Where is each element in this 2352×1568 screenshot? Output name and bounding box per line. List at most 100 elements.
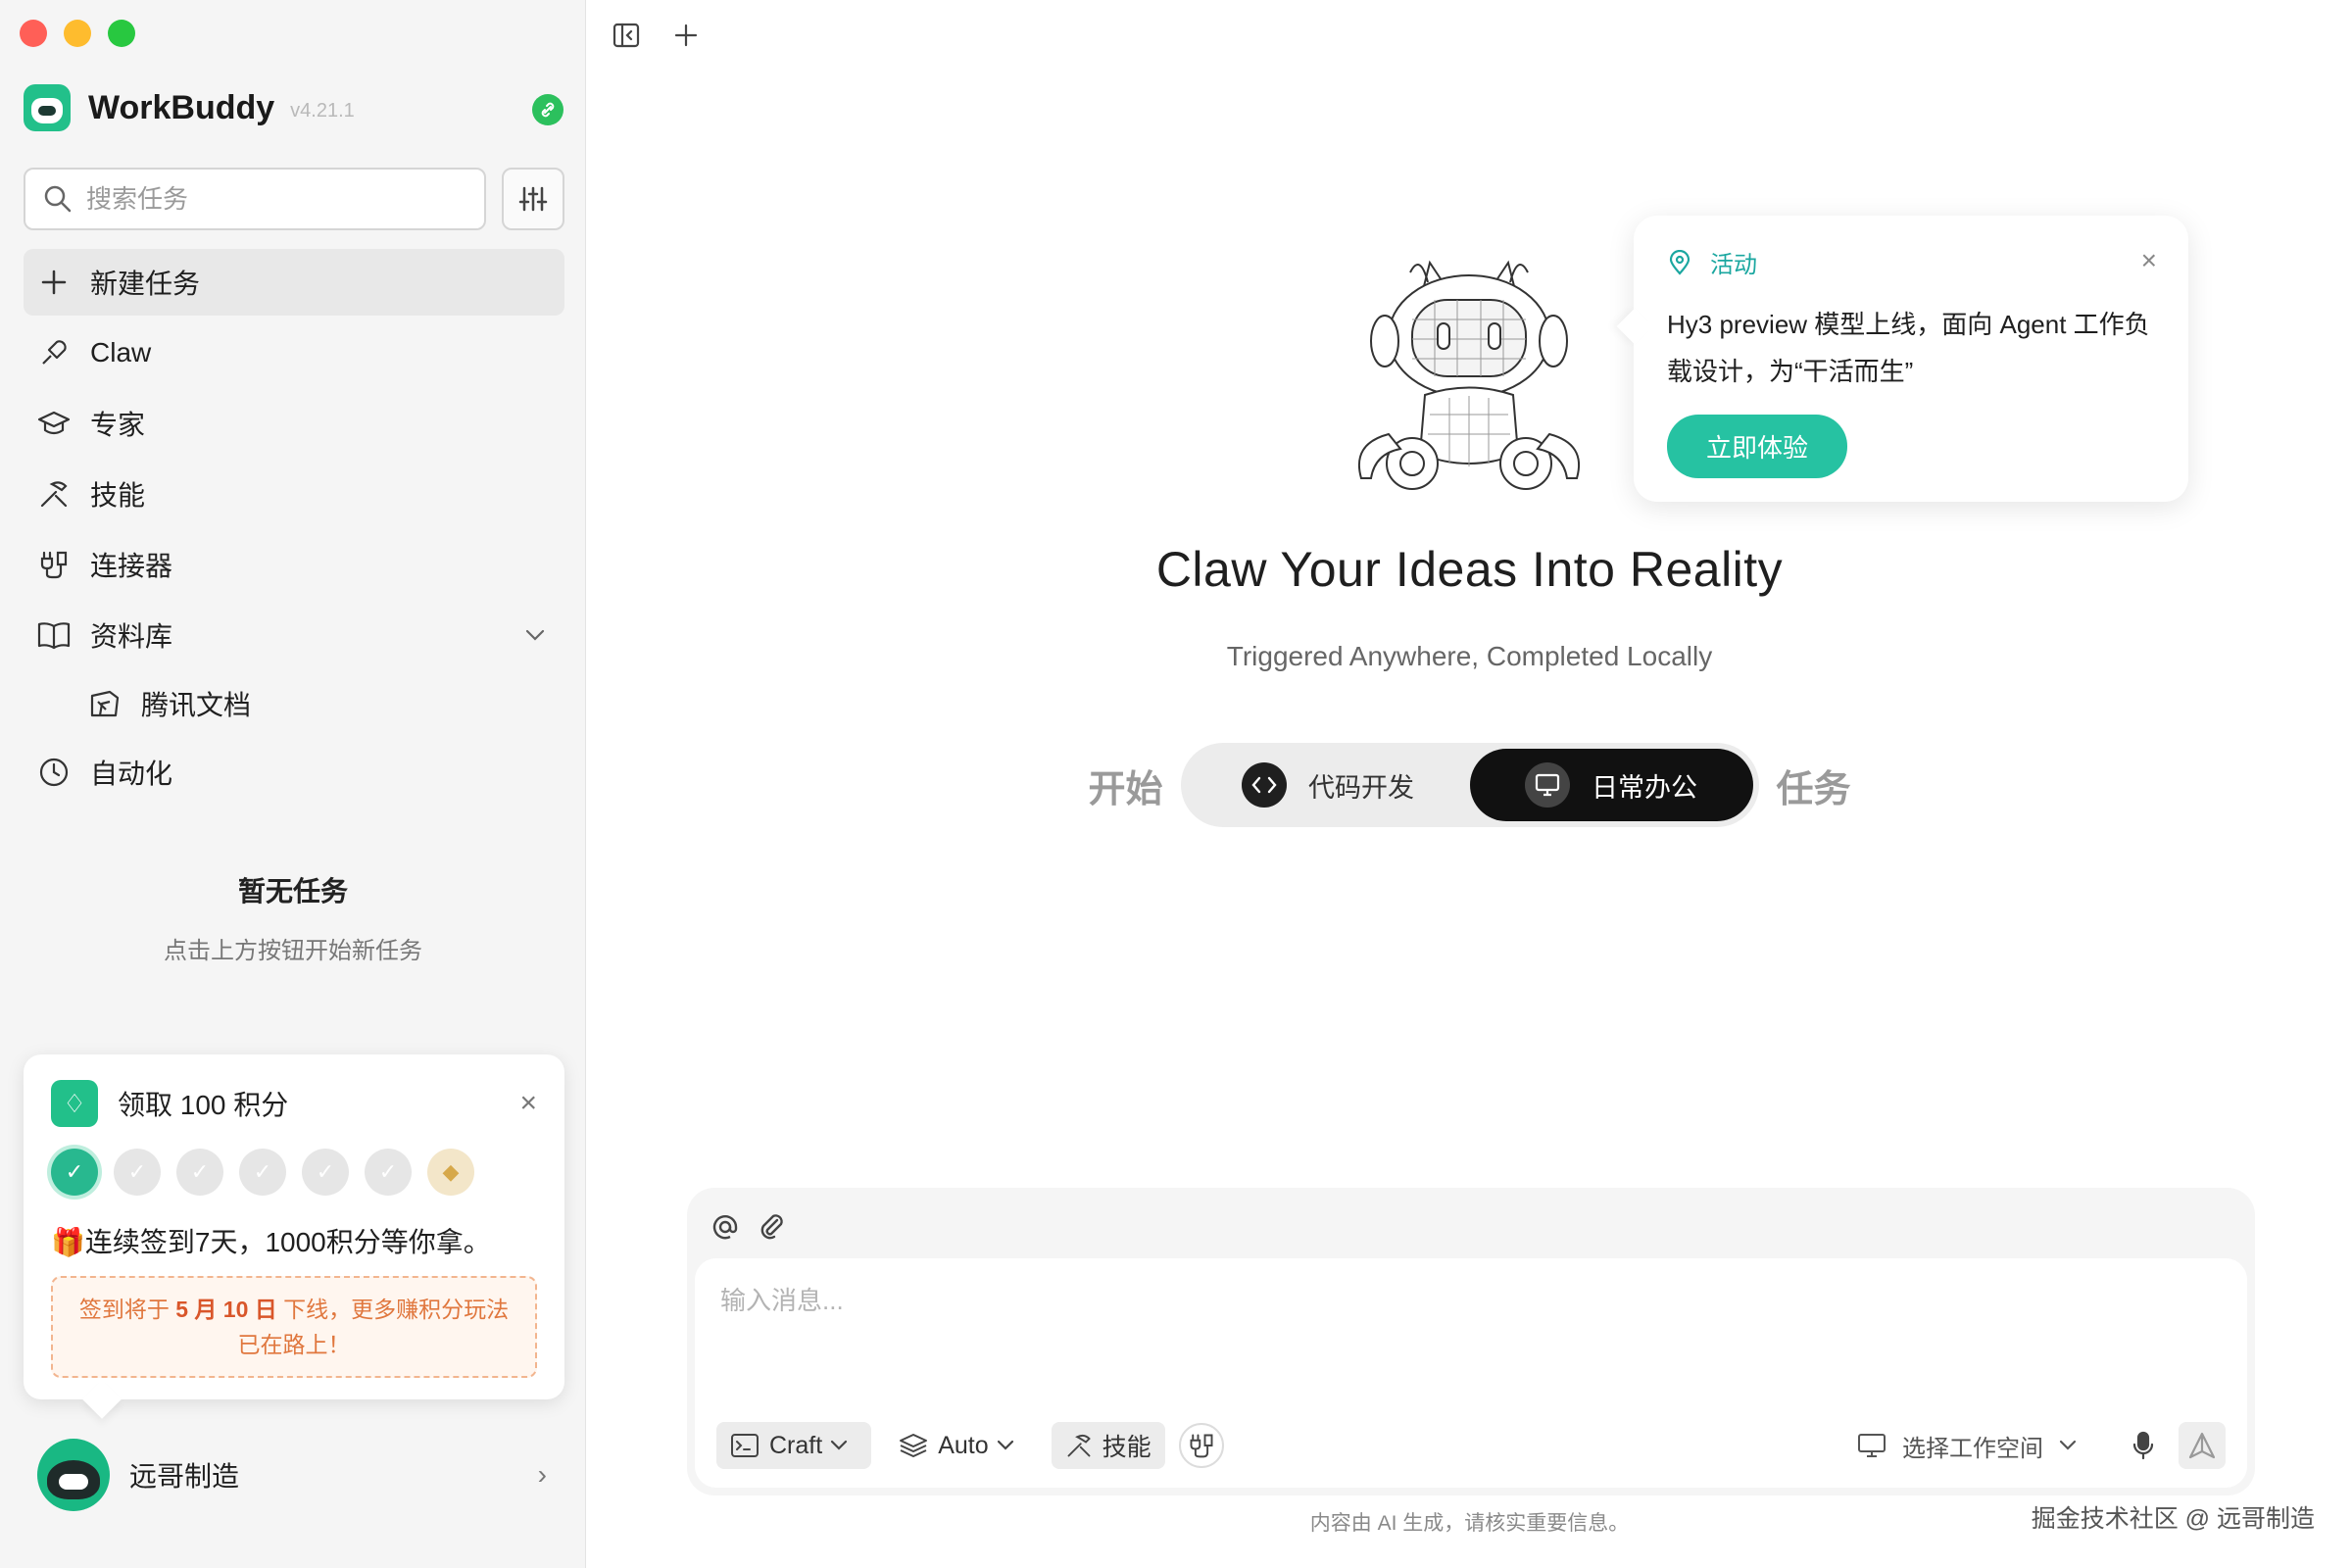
craft-mode-dropdown[interactable]: Craft [716,1422,872,1469]
code-icon [1242,762,1287,808]
clock-icon [37,756,71,789]
tools-icon [1065,1432,1102,1459]
workspace-label: 选择工作空间 [1902,1435,2043,1462]
activity-popover: 活动 × Hy3 preview 模型上线，面向 Agent 工作负载设计，为“… [1634,216,2188,502]
craft-label: Craft [769,1431,823,1459]
checkin-day: ✓ [176,1149,223,1196]
app-name: WorkBuddy [88,88,275,126]
gift-icon: 🎁 [51,1227,85,1257]
app-version: v4.21.1 [290,99,355,122]
send-button[interactable] [2179,1422,2226,1469]
hero-headline: Claw Your Ideas Into Reality [1155,542,1784,597]
sidebar-item-connectors[interactable]: 连接器 [24,531,564,598]
message-input[interactable] [720,1286,2092,1316]
close-window-button[interactable] [20,20,47,47]
sidebar-nav: 新建任务 Claw 专家 技能 连接器 资料库 腾讯文档 自动化 [24,249,564,809]
mode-suffix: 任务 [1776,768,1851,810]
mode-option-office[interactable]: 日常办公 [1469,749,1753,821]
close-icon[interactable]: × [519,1087,537,1120]
layers-icon [899,1432,938,1459]
sidebar-item-automation[interactable]: 自动化 [24,739,564,806]
sidebar-item-new-task[interactable]: 新建任务 [24,249,564,316]
workspace-selector[interactable]: 选择工作空间 [1857,1429,2092,1463]
tools-icon [37,477,71,511]
sidebar-item-label: 技能 [90,480,146,511]
chevron-down-icon [2059,1440,2092,1451]
mention-icon[interactable] [710,1212,740,1242]
search-icon [43,184,73,214]
robot-mascot-illustration [1342,243,1596,498]
connector-button[interactable] [1178,1423,1224,1468]
mode-option-coding[interactable]: 代码开发 [1187,749,1470,821]
checkin-message: 🎁连续签到7天，1000积分等你拿。 [51,1227,491,1257]
sidebar-item-experts[interactable]: 专家 [24,390,564,457]
toolbar [612,22,699,49]
connector-icon [1188,1432,1215,1459]
avatar [37,1439,110,1511]
window-controls [20,20,135,47]
brand: WorkBuddy v4.21.1 [24,84,355,131]
maximize-window-button[interactable] [108,20,135,47]
sidebar-item-tencent-docs[interactable]: 腾讯文档 [24,672,564,735]
mode-switch: 代码开发 日常办公 [1180,743,1759,827]
plus-icon [37,266,71,299]
checkin-day-done: ✓ [51,1149,98,1196]
empty-state-title: 暂无任务 [237,876,348,906]
activity-message: Hy3 preview 模型上线，面向 Agent 工作负载设计，为“干活而生” [1667,310,2150,386]
attachment-icon[interactable] [758,1212,787,1242]
filter-button[interactable] [502,168,564,230]
watermark: 掘金技术社区 @ 远哥制造 [2031,1505,2315,1533]
sidebar-item-library[interactable]: 资料库 [24,602,564,668]
checkin-end-date: 5 月 10 日 [175,1297,277,1322]
claw-icon [37,336,71,369]
composer-input-area: Craft Auto 技能 选择工 [695,1258,2247,1488]
empty-state: 暂无任务 点击上方按钮开始新任务 [0,870,586,965]
checkin-day: ✓ [114,1149,161,1196]
sidebar-item-skills[interactable]: 技能 [24,461,564,527]
hero-subline: Triggered Anywhere, Completed Locally [1226,641,1713,671]
chevron-down-icon[interactable] [525,629,545,641]
monitor-icon [1525,762,1570,808]
sidebar-item-label: 专家 [90,410,146,440]
message-composer: Craft Auto 技能 选择工 [687,1188,2255,1495]
close-icon[interactable]: × [2141,245,2157,276]
sidebar-item-label: Claw [90,337,152,368]
auto-label: Auto [938,1431,989,1459]
model-dropdown[interactable]: Auto [885,1422,1037,1469]
sidebar-item-label: 资料库 [90,621,173,652]
diamond-icon: ◆ [427,1149,474,1196]
monitor-icon [1857,1433,1902,1458]
sidebar: WorkBuddy v4.21.1 新建任务 Claw 专家 技能 [0,0,586,1568]
mode-option-label: 代码开发 [1308,772,1414,803]
new-tab-icon[interactable] [673,23,699,48]
try-now-button[interactable]: 立即体验 [1667,415,1848,478]
main-panel: 活动 × Hy3 preview 模型上线，面向 Agent 工作负载设计，为“… [587,0,2352,1568]
send-icon [2188,1432,2216,1459]
terminal-icon [730,1433,769,1458]
search-input[interactable] [86,183,459,215]
checkin-notice: 签到将于 5 月 10 日 下线，更多赚积分玩法已在路上！ [51,1276,537,1378]
points-icon: ♢ [51,1080,98,1127]
chevron-down-icon [830,1440,858,1451]
user-name: 远哥制造 [129,1461,240,1492]
tencent-docs-icon [88,687,122,720]
checkin-day: ✓ [239,1149,286,1196]
app-logo-icon [24,84,71,131]
link-status-icon[interactable] [532,94,564,125]
search-box[interactable] [24,168,486,230]
toggle-sidebar-icon[interactable] [612,22,640,49]
sidebar-item-claw[interactable]: Claw [24,319,564,386]
connector-icon [37,548,71,581]
skills-button[interactable]: 技能 [1051,1422,1165,1469]
skills-label: 技能 [1102,1434,1152,1461]
checkin-title: 领取 100 积分 [118,1090,289,1120]
sidebar-item-label: 连接器 [90,551,173,581]
minimize-window-button[interactable] [64,20,91,47]
checkin-day: ✓ [365,1149,412,1196]
checkin-card: ♢ 领取 100 积分 × ✓ ✓ ✓ ✓ ✓ ✓ ◆ 🎁连续签到7天，1000… [24,1054,564,1399]
chevron-down-icon [997,1440,1024,1451]
checkin-day: ✓ [302,1149,349,1196]
microphone-icon[interactable] [2132,1431,2155,1460]
user-profile[interactable]: 远哥制造 › [37,1439,547,1511]
activity-tag: 活动 [1710,252,1757,278]
